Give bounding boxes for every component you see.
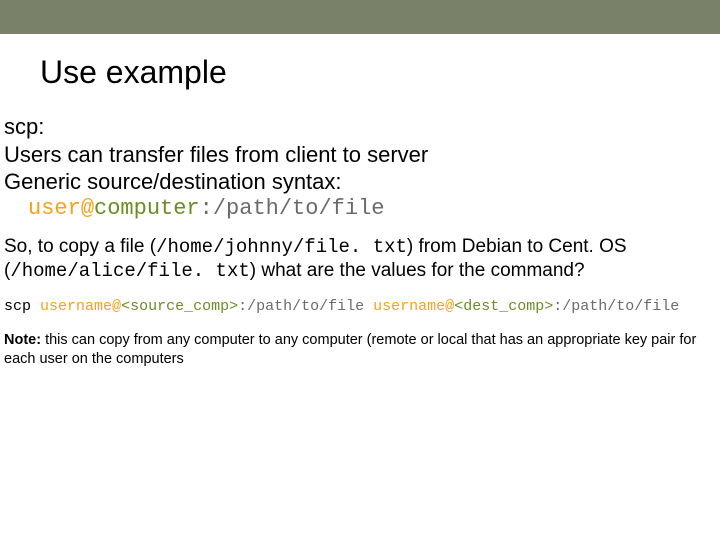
syntax-computer: computer [94, 196, 200, 221]
slide-title: Use example [40, 54, 720, 91]
cmd-dst-path: /path/to/file [562, 298, 679, 315]
title-bar [0, 0, 720, 34]
cmd-dst-user: username [373, 298, 445, 315]
question-part1: So, to copy a file ( [4, 236, 156, 257]
cmd-dst-colon: : [553, 298, 562, 315]
question-file2: /home/alice/file. txt [10, 260, 249, 282]
syntax-pattern: user@computer:/path/to/file [28, 196, 716, 221]
note-label: Note: [4, 332, 41, 348]
cmd-src-colon: : [238, 298, 247, 315]
cmd-src-path: /path/to/file [247, 298, 364, 315]
cmd-src-user: username [40, 298, 112, 315]
intro-line-1: scp: [4, 113, 716, 141]
command-line: scp username@<source_comp>:/path/to/file… [4, 298, 716, 315]
question-text: So, to copy a file (/home/johnny/file. t… [4, 235, 716, 284]
cmd-scp: scp [4, 298, 31, 315]
cmd-dst-comp: <dest_comp> [454, 298, 553, 315]
syntax-at: @ [81, 196, 94, 221]
syntax-colon: : [200, 196, 213, 221]
question-file1: /home/johnny/file. txt [156, 236, 407, 258]
cmd-dst-at: @ [445, 298, 454, 315]
question-part3: ) what are the values for the command? [250, 260, 585, 281]
cmd-src-comp: <source_comp> [121, 298, 238, 315]
note-body: this can copy from any computer to any c… [4, 332, 696, 368]
cmd-src-at: @ [112, 298, 121, 315]
intro-line-3: Generic source/destination syntax: [4, 168, 716, 196]
syntax-user: user [28, 196, 81, 221]
intro-line-2: Users can transfer files from client to … [4, 141, 716, 169]
syntax-path: /path/to/file [213, 196, 385, 221]
note-text: Note: this can copy from any computer to… [4, 331, 716, 370]
slide-body: scp: Users can transfer files from clien… [0, 113, 720, 370]
